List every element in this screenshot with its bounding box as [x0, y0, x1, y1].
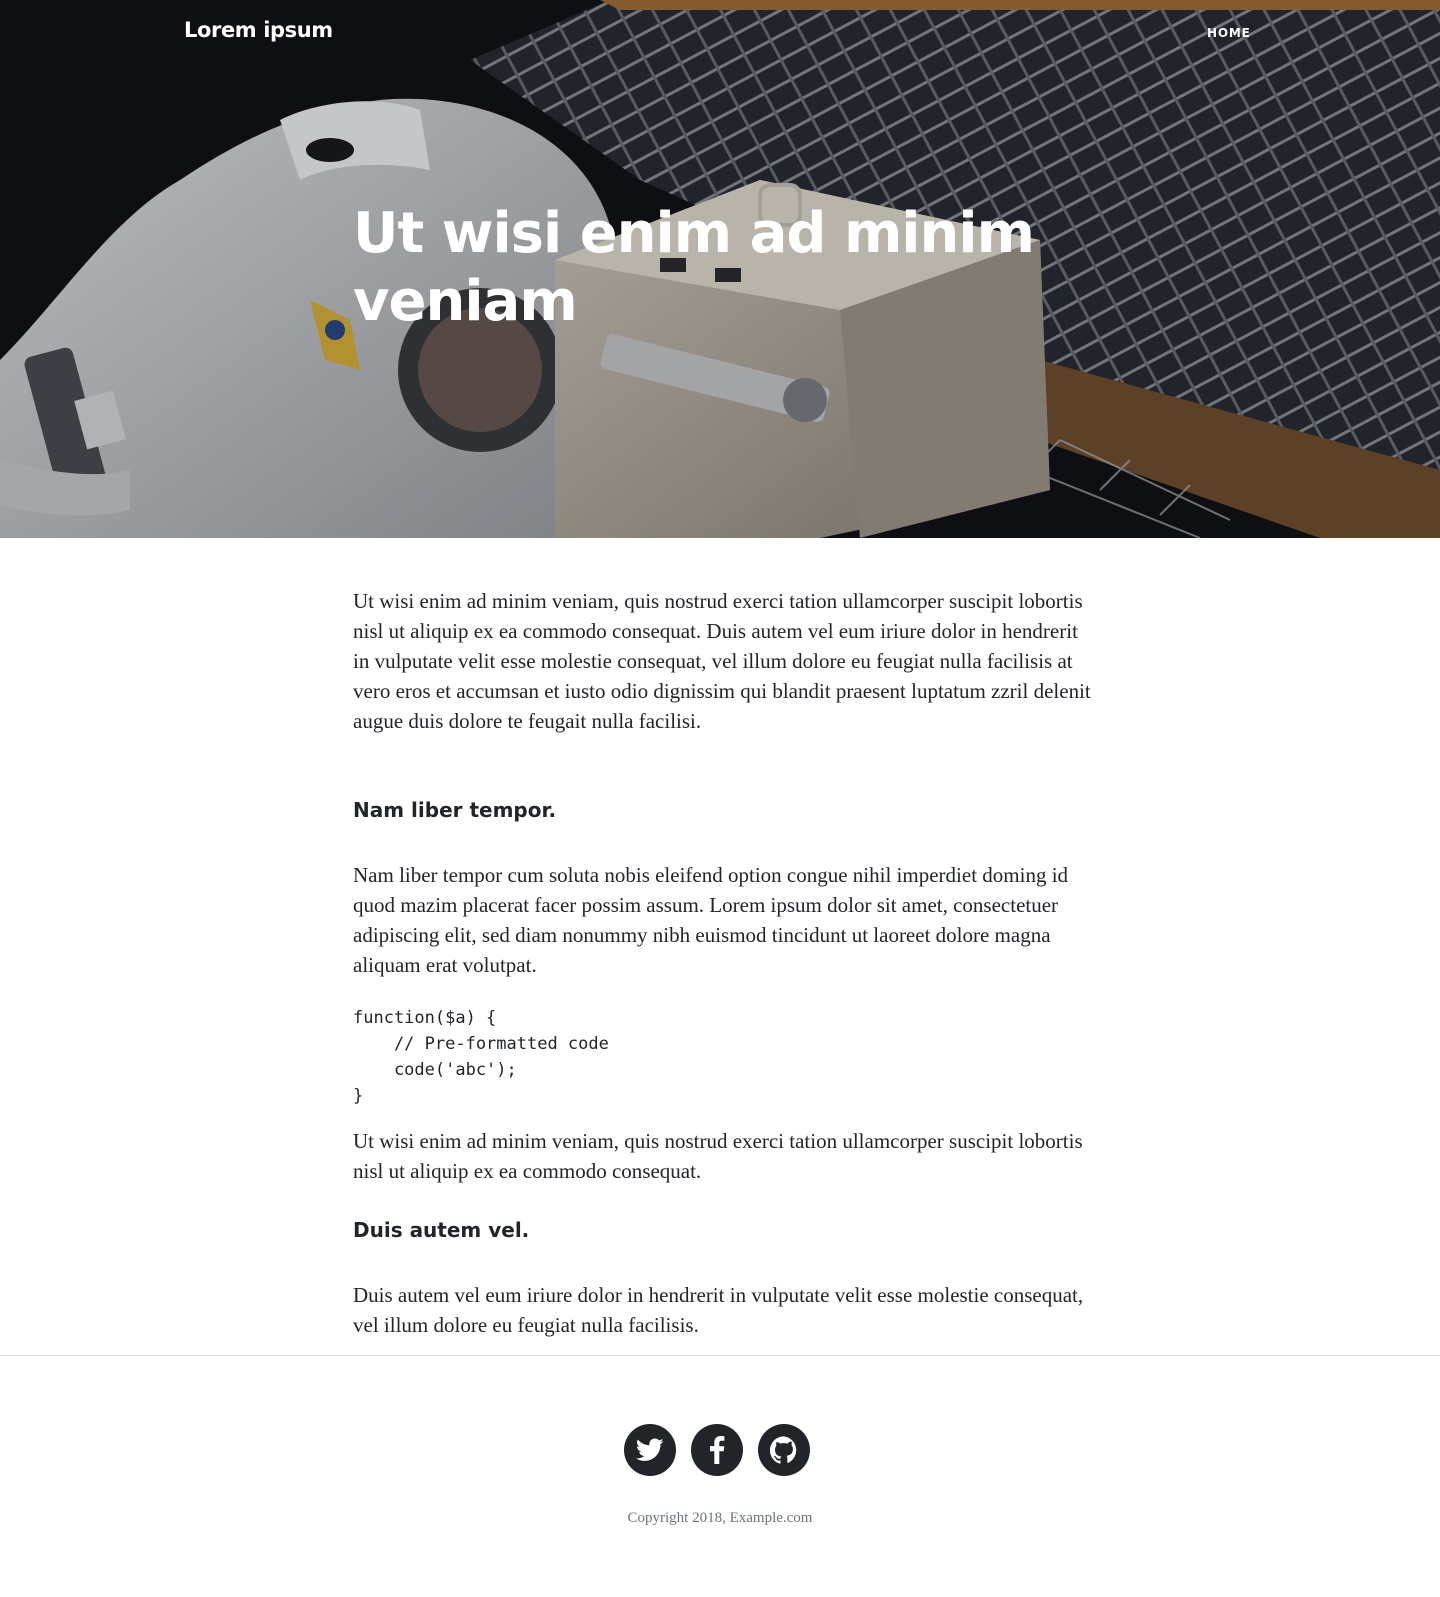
github-icon	[770, 1436, 797, 1464]
twitter-link[interactable]	[624, 1424, 676, 1476]
section-heading: Nam liber tempor.	[353, 798, 557, 822]
article-paragraph: Nam liber tempor cum soluta nobis eleife…	[353, 863, 1069, 977]
nav-home-link[interactable]: HOME	[1207, 26, 1251, 40]
facebook-icon	[710, 1436, 725, 1464]
copyright-text: Copyright 2018, Example.com	[627, 1510, 813, 1526]
article-paragraph: Ut wisi enim ad minim veniam, quis nostr…	[353, 1129, 1083, 1183]
social-links	[624, 1424, 810, 1476]
github-link[interactable]	[758, 1424, 810, 1476]
twitter-icon	[636, 1438, 664, 1461]
article-paragraph: Duis autem vel eum iriure dolor in hendr…	[353, 1283, 1084, 1337]
code-block: function($a) { // Pre-formatted code cod…	[353, 1008, 609, 1106]
footer-divider	[0, 1355, 1440, 1356]
section-heading: Duis autem vel.	[353, 1218, 530, 1242]
facebook-link[interactable]	[691, 1424, 743, 1476]
page-title: Ut wisi enim ad minim veniam	[353, 201, 1035, 334]
hero-header: Lorem ipsum HOME Ut wisi enim ad minim v…	[0, 0, 1440, 538]
article-paragraph: Ut wisi enim ad minim veniam, quis nostr…	[353, 589, 1091, 733]
site-brand-link[interactable]: Lorem ipsum	[184, 18, 333, 42]
